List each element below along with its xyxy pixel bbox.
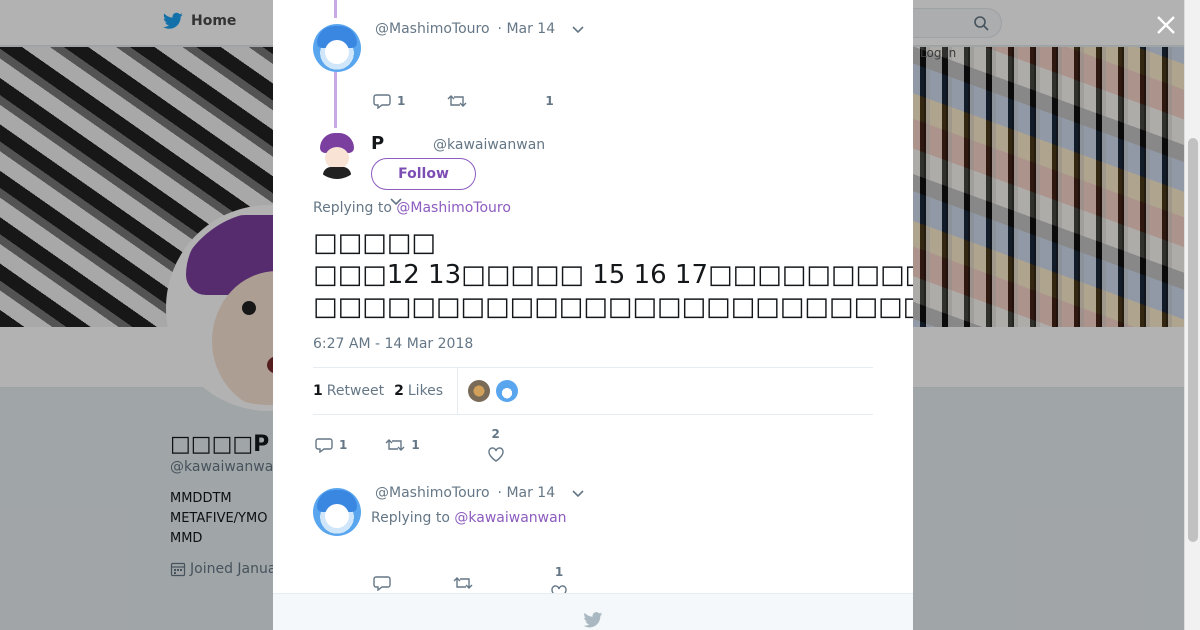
page-scrollbar[interactable] [1184,0,1200,630]
replying-to: Replying to @kawaiwanwan [371,510,567,526]
tweet-timestamp[interactable]: 6:27 AM - 14 Mar 2018 [313,336,473,352]
like-button[interactable]: 1 [545,94,553,108]
liker-avatar[interactable] [496,380,519,402]
author-name[interactable]: P [371,133,384,154]
tweet-actions: 1 1 [373,93,554,109]
tweet-text: □□□□□ □□□12 13□□□□□ 15 16 17□□□□□□□□ □□□□□… [313,227,913,323]
like-count: 1 [545,94,554,108]
tweet-modal: @MashimoTouro · Mar 14 1 1 P @kawaiwanwa… [273,0,913,630]
reply-button[interactable]: 1 [315,437,347,453]
likes-count: 2 [394,383,404,399]
liker-avatar[interactable] [468,380,491,402]
reply-count: 1 [397,94,406,108]
stats-divider [457,367,459,415]
retweet-button[interactable]: 1 [385,437,420,453]
tweet-actions: 1 1 2 [315,427,504,462]
reply-icon [373,575,391,591]
scrollbar-thumb[interactable] [1188,138,1198,542]
like-button[interactable]: 2 [488,427,504,462]
retweets-label: Retweet [326,383,385,399]
replying-to-link[interactable]: @MashimoTouro [396,200,511,216]
author-handle[interactable]: @kawaiwanwan [433,137,545,153]
tweet-stats: 1 Retweet 2 Likes [313,367,873,415]
chevron-down-icon[interactable] [571,24,585,34]
retweet-count: 1 [411,437,420,452]
like-count: 1 [554,565,564,579]
modal-footer [273,593,913,630]
retweets-stat[interactable]: 1 Retweet [313,383,384,399]
retweet-button[interactable] [447,93,467,109]
reply-icon [315,437,333,453]
retweet-button[interactable] [453,575,473,591]
retweet-icon [453,576,473,589]
reply-icon [373,94,391,109]
retweet-icon [385,438,405,451]
avatar-face [325,147,349,169]
reply-button[interactable]: 1 [373,93,405,109]
avatar-face [325,40,349,64]
reply-avatar[interactable] [313,488,361,536]
reply-count: 1 [339,437,348,452]
replying-to-link[interactable]: @kawaiwanwan [454,510,566,526]
tweet-text-line: □□□□□□□□□□□□□□□□□□□□□□□□□□□□□□□□□□□□ [313,292,913,322]
reply-avatar[interactable] [313,24,361,72]
reply-button[interactable] [373,575,391,591]
replying-prefix: Replying to [371,510,450,526]
retweets-count: 1 [313,383,323,399]
retweet-icon [447,95,467,107]
heart-icon [488,447,504,462]
reply-handle[interactable]: @MashimoTouro [375,21,490,37]
tweet-meta: @MashimoTouro · Mar 14 [375,21,585,37]
replying-to: Replying to @MashimoTouro [313,200,511,216]
close-icon [1157,16,1175,34]
chevron-down-icon[interactable] [571,488,585,498]
tweet-text-line: □□□12 13□□□□□ 15 16 17□□□□□□□□□□□□ [313,260,913,290]
reply-handle[interactable]: @MashimoTouro [375,485,490,501]
tweet-date[interactable]: · Mar 14 [498,485,556,501]
replying-prefix: Replying to [313,200,392,216]
follow-button[interactable]: Follow [371,158,476,190]
likes-label: Likes [407,383,444,399]
tweet-text-line: □□□□□ [313,228,436,258]
author-avatar[interactable] [313,131,361,179]
tweet-meta: @MashimoTouro · Mar 14 [375,485,585,501]
thread-connector [334,72,337,128]
thread-connector [334,0,337,18]
avatar-face [325,504,349,528]
twitter-bird-icon [583,612,603,628]
like-count: 2 [491,427,500,441]
likes-stat[interactable]: 2 Likes [394,383,443,399]
avatar-body [323,167,351,179]
close-button[interactable] [1154,13,1178,37]
tweet-date[interactable]: · Mar 14 [498,21,556,37]
